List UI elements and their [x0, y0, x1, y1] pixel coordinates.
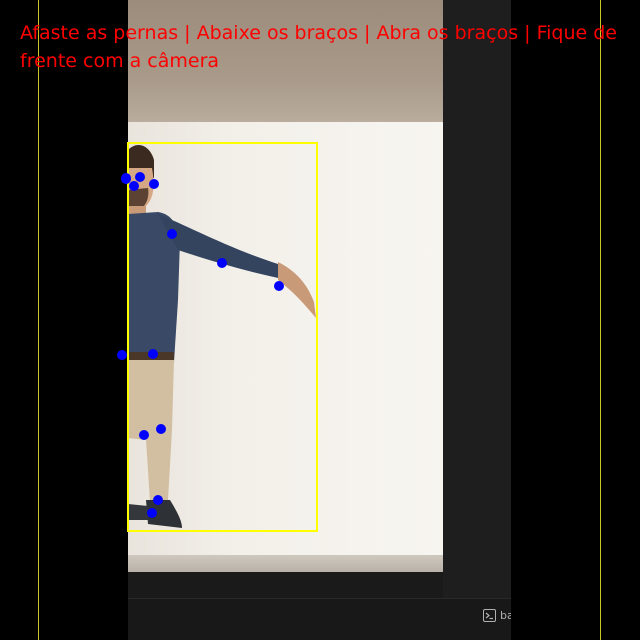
keypoint-left-ear [129, 181, 139, 191]
video-stage: ba Afaste as pernas | Abaixe os braços |… [0, 0, 640, 640]
feed-bottom-strip [128, 572, 443, 598]
keypoint-left-ankle [147, 508, 157, 518]
keypoint-right-hip [148, 349, 158, 359]
terminal-tab-label: ba [500, 608, 511, 622]
keypoint-nose [135, 172, 145, 182]
terminal-tab[interactable]: ba [483, 606, 511, 624]
keypoint-right-knee [156, 424, 166, 434]
terminal-icon [483, 608, 496, 622]
right-guide-line [600, 0, 601, 640]
keypoint-right-shoulder [167, 229, 177, 239]
keypoint-left-knee [139, 430, 149, 440]
keypoint-left-hip [117, 350, 127, 360]
person-bounding-box [127, 142, 318, 532]
keypoint-right-elbow [217, 258, 227, 268]
pose-instruction-text: Afaste as pernas | Abaixe os braços | Ab… [20, 22, 617, 72]
left-guide-line [38, 0, 39, 640]
keypoint-right-eye [149, 179, 159, 189]
keypoint-right-wrist [274, 281, 284, 291]
keypoint-right-ankle [153, 495, 163, 505]
keypoint-right-ear [121, 173, 131, 183]
side-panel [443, 0, 511, 598]
bottom-panel-bar [128, 598, 511, 640]
